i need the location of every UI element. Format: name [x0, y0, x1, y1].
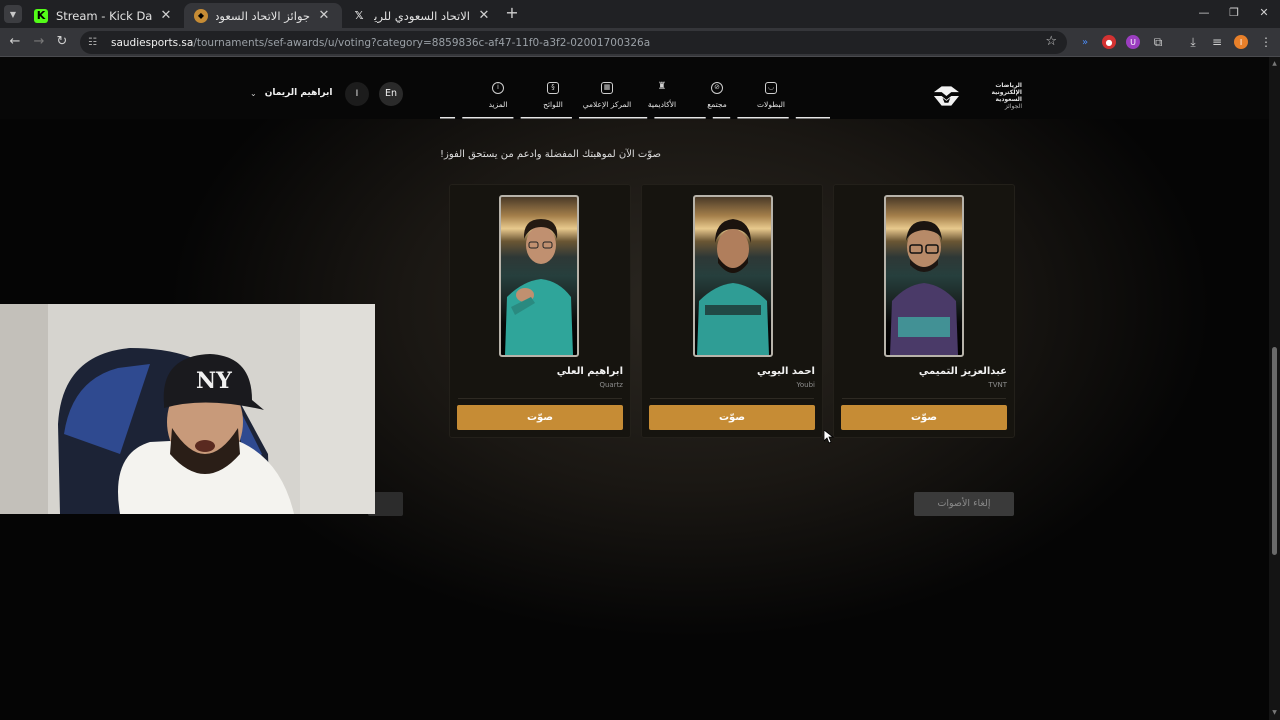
tab-search-icon[interactable]: ▼: [4, 5, 22, 23]
rules-icon: §: [547, 82, 559, 94]
new-tab-icon[interactable]: +: [504, 4, 520, 22]
menu-dots-icon[interactable]: ⋮: [1258, 33, 1274, 51]
logo-line: الجوائز: [1004, 103, 1022, 110]
candidate-name: ابراهيم العلي: [556, 366, 623, 377]
logo-text: الرياضات الإلكترونية السعودية الجوائز: [965, 82, 1022, 110]
more-icon: i: [492, 82, 504, 94]
tab-title: الاتحاد السعودي للرياضات الإلكتر: [374, 8, 470, 23]
candidate-card: عبدالعزيز التميمي TVNT صوّت: [833, 184, 1015, 438]
close-tab-icon[interactable]: ✕: [476, 8, 492, 23]
url-path: /tournaments/sef-awards/u/voting?categor…: [193, 36, 651, 49]
tab-sef-awards[interactable]: ◆ جوائز الاتحاد السعودي للرياضات ✕: [184, 3, 342, 28]
candidate-card: ابراهيم العلي Quartz صوّت: [449, 184, 631, 438]
candidate-photo: [884, 195, 964, 357]
voting-subtitle: صوّت الآن لموهبتك المفضلة وادعم من يستحق…: [440, 149, 661, 160]
extension-translate-icon[interactable]: »: [1078, 35, 1092, 49]
candidate-photo: [693, 195, 773, 357]
card-divider: [842, 398, 1006, 399]
mouse-cursor-icon: [824, 430, 834, 444]
sef-logo[interactable]: الرياضات الإلكترونية السعودية الجوائز: [932, 82, 1022, 110]
sef-logo-mark-icon: [933, 86, 959, 106]
academy-icon: ♜: [657, 81, 667, 92]
page-heading-cut: ▀▀ ▀▀▀ ▀ ▀▀▀ ▀▀▀▀ ▀▀▀ ▀▀▀ ▀▀: [440, 117, 830, 131]
browser-tab-strip: ▼ K Stream - Kick Dashboard ✕ ◆ جوائز ال…: [0, 0, 1280, 28]
nav-label: اللوائح: [543, 100, 563, 109]
x-icon: 𝕏: [354, 9, 364, 22]
candidate-photo: [499, 195, 579, 357]
nav-rules[interactable]: § اللوائح: [521, 82, 585, 109]
sef-icon: ◆: [194, 8, 208, 23]
nav-label: المركز الإعلامي: [582, 100, 632, 109]
extensions-puzzle-icon[interactable]: ⧉: [1150, 33, 1166, 51]
url-host: saudiesports.sa: [111, 36, 194, 49]
nav-label: البطولات: [757, 100, 785, 109]
cancel-votes-button[interactable]: إلغاء الأصوات: [914, 492, 1014, 516]
nav-community[interactable]: ⊘ مجتمع: [685, 82, 749, 109]
extension-red-icon[interactable]: ●: [1102, 35, 1116, 49]
nav-label: مجتمع: [707, 100, 727, 109]
reload-icon[interactable]: ↻: [53, 33, 71, 51]
candidate-card: احمد اليوبي Youbi صوّت: [641, 184, 823, 438]
nav-label: المزيد: [488, 100, 508, 109]
scroll-thumb[interactable]: [1272, 347, 1277, 555]
site-info-icon[interactable]: ☷: [88, 37, 102, 48]
candidate-team: Quartz: [599, 381, 623, 389]
back-icon[interactable]: ←: [6, 33, 24, 51]
media-icon: ▦: [601, 82, 613, 94]
close-window-icon[interactable]: ✕: [1254, 5, 1274, 21]
media-controls-icon[interactable]: ≡: [1209, 33, 1225, 51]
bookmark-star-icon[interactable]: ☆: [1045, 34, 1057, 49]
kick-icon: K: [34, 8, 48, 23]
vote-button[interactable]: صوّت: [649, 405, 815, 430]
minimize-icon[interactable]: —: [1194, 5, 1214, 21]
community-icon: ⊘: [711, 82, 723, 94]
candidate-name: عبدالعزيز التميمي: [918, 366, 1007, 377]
candidate-team: Youbi: [796, 381, 815, 389]
vote-button[interactable]: صوّت: [457, 405, 623, 430]
nav-more[interactable]: i المزيد: [466, 82, 530, 109]
tab-title: جوائز الاتحاد السعودي للرياضات: [216, 8, 310, 23]
browser-toolbar: ← → ↻ ☷ saudiesports.sa/tournaments/sef-…: [0, 28, 1280, 57]
svg-text:NY: NY: [196, 368, 232, 394]
profile-initial: I: [1239, 37, 1243, 47]
player-portrait-icon: [697, 219, 769, 355]
language-toggle-button[interactable]: En: [379, 82, 403, 106]
close-tab-icon[interactable]: ✕: [316, 8, 332, 23]
chevron-down-icon: ⌄: [250, 88, 257, 98]
card-divider: [458, 398, 622, 399]
close-tab-icon[interactable]: ✕: [158, 8, 174, 23]
logo-line: السعودية: [995, 96, 1022, 103]
logo-line: الرياضات الإلكترونية: [991, 82, 1022, 96]
extension-purple-icon[interactable]: U: [1126, 35, 1140, 49]
address-bar[interactable]: ☷ saudiesports.sa/tournaments/sef-awards…: [80, 31, 1067, 54]
site-header: الرياضات الإلكترونية السعودية الجوائز ◡ …: [0, 57, 1269, 119]
vote-button[interactable]: صوّت: [841, 405, 1007, 430]
user-menu[interactable]: ابراهيم الريمان ⌄: [250, 88, 333, 98]
player-portrait-icon: [505, 219, 573, 355]
scroll-up-icon[interactable]: ▲: [1271, 60, 1278, 67]
streamer-webcam-image: NY: [0, 304, 375, 514]
download-icon[interactable]: ⤓: [1185, 33, 1201, 51]
scroll-down-icon[interactable]: ▼: [1271, 709, 1278, 716]
webcam-overlay: NY: [0, 304, 375, 514]
user-avatar[interactable]: I: [345, 82, 369, 106]
candidate-team: TVNT: [988, 381, 1007, 389]
restore-icon[interactable]: ❐: [1224, 5, 1244, 21]
page-scrollbar[interactable]: ▲ ▼: [1269, 57, 1280, 720]
candidate-name: احمد اليوبي: [756, 366, 815, 377]
profile-avatar[interactable]: I: [1234, 35, 1248, 49]
tab-sef-x[interactable]: 𝕏 الاتحاد السعودي للرياضات الإلكتر ✕: [342, 3, 502, 28]
nav-label: الأكاديمية: [647, 100, 677, 109]
controller-icon: ◡: [765, 82, 777, 94]
user-name-label: ابراهيم الريمان: [264, 88, 333, 98]
nav-academy[interactable]: ♜ الأكاديمية: [630, 81, 694, 110]
player-portrait-icon: [890, 221, 958, 355]
forward-icon[interactable]: →: [30, 33, 48, 51]
tab-kick-dashboard[interactable]: K Stream - Kick Dashboard ✕: [24, 3, 184, 28]
tab-title: Stream - Kick Dashboard: [56, 8, 152, 23]
card-divider: [650, 398, 814, 399]
